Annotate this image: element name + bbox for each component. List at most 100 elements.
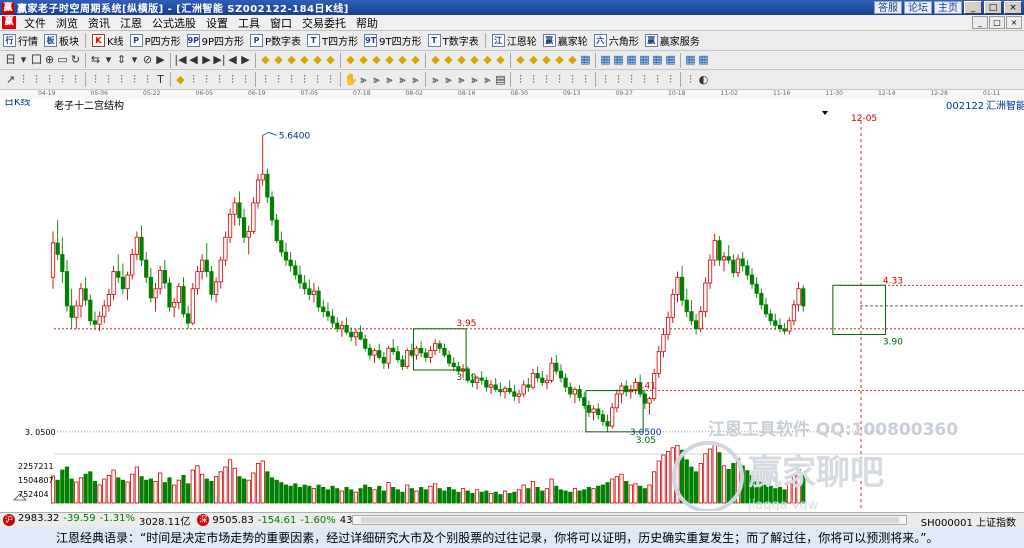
nav-tool-37-icon[interactable]: ◆ (527, 53, 540, 67)
draw-tool-49-icon[interactable]: ◐ (697, 73, 710, 87)
toolbar-button-12[interactable]: 赢赢家服务 (642, 32, 703, 50)
toolbar-button-7[interactable]: 9T 9T四方形 (361, 32, 424, 50)
nav-tool-38-icon[interactable]: ◆ (540, 53, 553, 67)
draw-tool-17-icon[interactable]: ⫶ (239, 73, 252, 87)
draw-tool-6-icon[interactable]: ⫶ (89, 73, 102, 87)
nav-tool-11-icon[interactable]: ▶ (154, 53, 167, 67)
nav-tool-42-icon[interactable]: ▦ (599, 53, 612, 67)
draw-tool-20-icon[interactable]: ⫶ (285, 73, 298, 87)
toolbar-button-2[interactable]: K K线 (89, 32, 127, 50)
mdi-close-button[interactable]: × (1006, 16, 1022, 29)
draw-tool-7-icon[interactable]: ⫶ (102, 73, 115, 87)
nav-tool-34-icon[interactable]: ◆ (481, 53, 494, 67)
draw-tool-36-icon[interactable]: ⫶ (514, 73, 527, 87)
nav-tool-46-icon[interactable]: ▦ (651, 53, 664, 67)
nav-tool-47-icon[interactable]: ▦ (664, 53, 677, 67)
draw-tool-23-icon[interactable]: ⫶ (324, 73, 337, 87)
nav-tool-3-icon[interactable]: ⊕ (43, 53, 56, 67)
toolbar-button-11[interactable]: 六六角形 (591, 32, 642, 50)
kline-chart[interactable]: 5.64003.05003. 05003.953.593.413.054.333… (0, 95, 1024, 513)
minimize-button[interactable]: _ (964, 1, 982, 14)
draw-tool-47-icon[interactable]: ⫶ (664, 73, 677, 87)
nav-tool-18-icon[interactable]: ◆ (259, 53, 272, 67)
draw-tool-25-icon[interactable]: ⫸ (357, 73, 370, 87)
nav-tool-40-icon[interactable]: ◆ (566, 53, 579, 67)
nav-tool-45-icon[interactable]: ▦ (638, 53, 651, 67)
nav-tool-5-icon[interactable]: ↻ (69, 53, 82, 67)
dropdown-arrow-icon[interactable] (822, 111, 828, 115)
nav-tool-28-icon[interactable]: ◆ (396, 53, 409, 67)
draw-tool-2-icon[interactable]: ⫶ (30, 73, 43, 87)
nav-tool-25-icon[interactable]: ◆ (357, 53, 370, 67)
draw-tool-46-icon[interactable]: ⫶ (651, 73, 664, 87)
draw-tool-12-icon[interactable]: ◆ (174, 73, 187, 87)
draw-tool-22-icon[interactable]: ⫶ (311, 73, 324, 87)
toolbar-button-9[interactable]: 江江恩轮 (489, 32, 540, 50)
nav-tool-20-icon[interactable]: ◆ (285, 53, 298, 67)
shanghai-index-icon[interactable]: 沪 (3, 514, 15, 526)
nav-tool-44-icon[interactable]: ▦ (625, 53, 638, 67)
menu-tools[interactable]: 工具 (233, 15, 265, 31)
draw-tool-3-icon[interactable]: ⫶ (43, 73, 56, 87)
nav-tool-8-icon[interactable]: ⇕ (115, 53, 128, 67)
draw-tool-31-icon[interactable]: ⫸ (442, 73, 455, 87)
draw-tool-9-icon[interactable]: ⫶ (128, 73, 141, 87)
link-home[interactable]: 主页 (934, 1, 962, 14)
menu-settings[interactable]: 设置 (201, 15, 233, 31)
menu-gann[interactable]: 江恩 (115, 15, 147, 31)
draw-tool-35-icon[interactable]: ▤ (494, 73, 507, 87)
draw-tool-11-icon[interactable]: T (154, 73, 167, 87)
shanghai-index-quote[interactable]: 2983.32 -39.59 -1.31% 3028.11亿 (18, 513, 194, 528)
nav-tool-2-icon[interactable]: 囗 (30, 53, 43, 67)
draw-tool-37-icon[interactable]: ⫶ (527, 73, 540, 87)
draw-tool-10-icon[interactable]: ⫶ (141, 73, 154, 87)
nav-tool-29-icon[interactable]: ◆ (409, 53, 422, 67)
draw-tool-44-icon[interactable]: ⫶ (625, 73, 638, 87)
menu-trade[interactable]: 交易委托 (297, 15, 351, 31)
draw-tool-1-icon[interactable]: ⫶ (17, 73, 30, 87)
toolbar-button-6[interactable]: T T四方形 (304, 32, 361, 50)
nav-tool-13-icon[interactable]: ◀ (187, 53, 200, 67)
draw-tool-29-icon[interactable]: ⫸ (409, 73, 422, 87)
nav-tool-48-icon[interactable]: ▦ (684, 53, 697, 67)
nav-tool-23-icon[interactable]: ◆ (324, 53, 337, 67)
scrollbar-thumb[interactable] (361, 517, 899, 523)
nav-tool-0-icon[interactable]: 日 (4, 53, 17, 67)
mdi-restore-button[interactable]: □ (989, 16, 1005, 29)
draw-tool-43-icon[interactable]: ⫶ (612, 73, 625, 87)
draw-tool-41-icon[interactable]: ⫶ (579, 73, 592, 87)
toolbar-button-10[interactable]: 赢赢家轮 (540, 32, 591, 50)
draw-tool-38-icon[interactable]: ⫶ (540, 73, 553, 87)
nav-tool-30-icon[interactable]: ◆ (429, 53, 442, 67)
draw-tool-14-icon[interactable]: ⫶ (200, 73, 213, 87)
draw-tool-28-icon[interactable]: ⫸ (396, 73, 409, 87)
draw-tool-5-icon[interactable]: ⫶ (69, 73, 82, 87)
shenzhen-index-icon[interactable]: 深 (197, 514, 210, 526)
draw-tool-26-icon[interactable]: ⫸ (370, 73, 383, 87)
draw-tool-16-icon[interactable]: ⫶ (226, 73, 239, 87)
draw-tool-30-icon[interactable]: ⫸ (429, 73, 442, 87)
nav-tool-9-icon[interactable]: ▾ (128, 53, 141, 67)
nav-tool-7-icon[interactable]: ▾ (102, 53, 115, 67)
draw-tool-45-icon[interactable]: ⫶ (638, 73, 651, 87)
menu-help[interactable]: 帮助 (351, 15, 383, 31)
menu-window[interactable]: 窗口 (265, 15, 297, 31)
nav-tool-35-icon[interactable]: ◆ (494, 53, 507, 67)
draw-tool-19-icon[interactable]: ⫶ (272, 73, 285, 87)
draw-tool-15-icon[interactable]: ⫶ (213, 73, 226, 87)
toolbar-button-5[interactable]: P P数字表 (247, 32, 304, 50)
draw-tool-27-icon[interactable]: ⫸ (383, 73, 396, 87)
draw-tool-33-icon[interactable]: ⫸ (468, 73, 481, 87)
draw-tool-8-icon[interactable]: ⫶ (115, 73, 128, 87)
nav-tool-49-icon[interactable]: ▦ (697, 53, 710, 67)
toolbar-button-4[interactable]: 9P 9P四方形 (184, 32, 247, 50)
toolbar-button-0[interactable]: 行行情 (0, 32, 41, 50)
toolbar-button-8[interactable]: T T数字表 (425, 32, 482, 50)
draw-tool-40-icon[interactable]: ⫶ (566, 73, 579, 87)
nav-tool-43-icon[interactable]: ▦ (612, 53, 625, 67)
draw-tool-4-icon[interactable]: ⫶ (56, 73, 69, 87)
nav-tool-21-icon[interactable]: ◆ (298, 53, 311, 67)
menu-browse[interactable]: 浏览 (51, 15, 83, 31)
nav-tool-41-icon[interactable]: ▦ (579, 53, 592, 67)
toolbar-button-1[interactable]: 板板块 (41, 32, 82, 50)
